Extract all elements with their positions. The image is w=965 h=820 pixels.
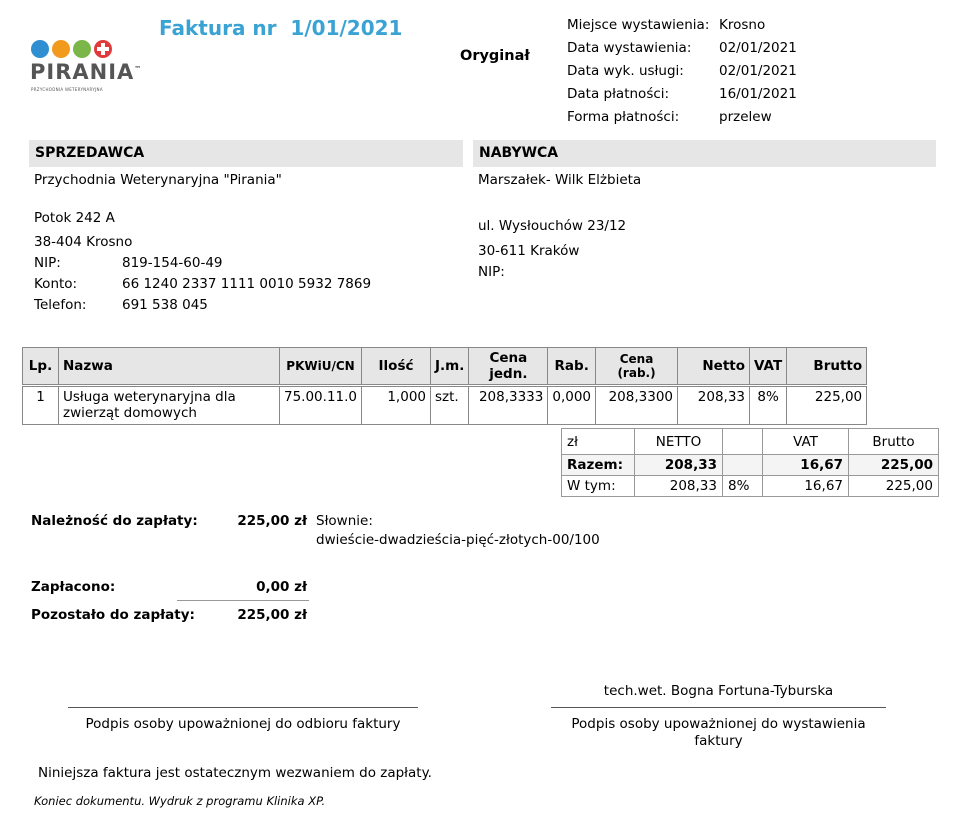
original-label: Oryginał — [460, 48, 530, 64]
meta-label: Forma płatności: — [567, 109, 680, 125]
summary-breakdown-net: 208,33 — [634, 475, 723, 497]
summary-total-net: 208,33 — [634, 454, 723, 476]
meta-label: Data wyk. usługi: — [567, 63, 684, 79]
meta-label: Data wystawienia: — [567, 40, 692, 56]
summary-total-gross: 225,00 — [848, 454, 939, 476]
paid-amount: 0,00 zł — [256, 579, 307, 595]
meta-label: Miejsce wystawienia: — [567, 17, 710, 33]
logo-green-circle — [73, 40, 91, 58]
summary-col-net: NETTO — [634, 428, 723, 455]
signature-caption-left: Podpis osoby upoważnionej do odbioru fak… — [85, 716, 401, 732]
logo-subtitle: PRZYCHODNIA WETERYNARYJNA — [31, 87, 103, 92]
cell-discount: 0,000 — [547, 386, 597, 425]
col-pkwiu: PKWiU/CN — [279, 347, 362, 385]
invoice-title: Faktura nr 1/01/2021 — [159, 16, 403, 40]
summary-col-gross: Brutto — [848, 428, 939, 455]
logo-text: PIRANIA™ — [30, 60, 143, 84]
summary-col-vat: VAT — [762, 428, 849, 455]
items-table: Lp. Nazwa PKWiU/CN Ilość J.m. Cena jedn.… — [22, 347, 868, 425]
col-discount: Rab. — [547, 347, 597, 385]
seller-heading: SPRZEDAWCA — [29, 140, 463, 167]
cell-lp: 1 — [22, 386, 59, 425]
signature-line-right — [551, 707, 886, 708]
cell-gross: 225,00 — [786, 386, 868, 425]
amount-in-words: dwieście-dwadzieścia-pięć-złotych-00/100 — [316, 532, 600, 548]
summary-breakdown-label: W tym: — [561, 475, 635, 497]
col-name: Nazwa — [58, 347, 280, 385]
signature-caption-right: Podpis osoby upoważnionej do wystawienia… — [571, 716, 866, 749]
paid-divider — [177, 600, 309, 601]
signature-line-left — [68, 707, 418, 708]
col-gross: Brutto — [786, 347, 868, 385]
summary-breakdown-gross: 225,00 — [848, 475, 939, 497]
meta-value: 02/01/2021 — [719, 63, 797, 79]
summary-total-vat: 16,67 — [762, 454, 849, 476]
remaining-amount: 225,00 zł — [237, 607, 307, 623]
cell-price: 208,3333 — [468, 386, 549, 425]
seller-street: Potok 242 A — [34, 210, 115, 226]
summary-breakdown-vat: 16,67 — [762, 475, 849, 497]
summary-currency: zł — [561, 428, 635, 455]
cell-qty: 1,000 — [361, 386, 431, 425]
col-unit: J.m. — [429, 347, 470, 385]
items-header-row: Lp. Nazwa PKWiU/CN Ilość J.m. Cena jedn.… — [22, 347, 868, 385]
invoice-meta: Miejsce wystawienia: Krosno Data wystawie… — [567, 17, 797, 132]
summary-breakdown-rate: 8% — [722, 475, 763, 497]
buyer-nip-label: NIP: — [478, 264, 505, 280]
seller-phone: 691 538 045 — [122, 297, 208, 313]
cell-unit: szt. — [429, 386, 470, 425]
col-price-disc: Cena (rab.) — [595, 347, 679, 385]
seller-nip: 819-154-60-49 — [122, 255, 223, 271]
buyer-street: ul. Wysłouchów 23/12 — [478, 218, 627, 234]
cell-name: Usługa weterynaryjna dla zwierząt domowy… — [58, 386, 280, 425]
logo-cross-icon — [94, 40, 112, 58]
seller-account: 66 1240 2337 1111 0010 5932 7869 — [122, 276, 372, 292]
seller-name: Przychodnia Weterynaryjna "Pirania" — [34, 172, 282, 188]
buyer-heading: NABYWCA — [473, 140, 936, 167]
col-net: Netto — [677, 347, 751, 385]
col-qty: Ilość — [361, 347, 431, 385]
cell-price-disc: 208,3300 — [595, 386, 679, 425]
logo-blue-circle — [31, 40, 49, 58]
due-amount: 225,00 zł — [237, 513, 307, 529]
summary-total-row: Razem: 208,33 16,67 225,00 — [561, 454, 939, 476]
meta-value: 16/01/2021 — [719, 86, 797, 102]
issuer-name: tech.wet. Bogna Fortuna-Tyburska — [603, 683, 834, 699]
cell-net: 208,33 — [677, 386, 751, 425]
logo-orange-circle — [52, 40, 70, 58]
summary-header-row: zł NETTO VAT Brutto — [561, 428, 939, 455]
col-price: Cena jedn. — [468, 347, 549, 385]
summary-breakdown-row: W tym: 208,33 8% 16,67 225,00 — [561, 475, 939, 497]
cell-pkwiu: 75.00.11.0 — [279, 386, 362, 425]
logo: PIRANIA™ PRZYCHODNIA WETERYNARYJNA — [30, 40, 141, 95]
paid-label: Zapłacono: — [31, 579, 116, 595]
buyer-name: Marszałek- Wilk Elżbieta — [478, 172, 642, 188]
meta-label: Data płatności: — [567, 86, 670, 102]
summary-total-label: Razem: — [561, 454, 635, 476]
buyer-city: 30-611 Kraków — [478, 243, 580, 259]
seller-city: 38-404 Krosno — [34, 234, 133, 250]
table-row: 1 Usługa weterynaryjna dla zwierząt domo… — [22, 386, 868, 425]
end-note: Koniec dokumentu. Wydruk z programu Klin… — [34, 794, 326, 808]
seller-nip-label: NIP: — [34, 255, 61, 271]
seller-phone-label: Telefon: — [34, 297, 87, 313]
summary-table: zł NETTO VAT Brutto Razem: 208,33 16,67 … — [561, 428, 939, 497]
seller-account-label: Konto: — [34, 276, 78, 292]
due-label: Należność do zapłaty: — [31, 513, 198, 529]
meta-value: 02/01/2021 — [719, 40, 797, 56]
final-notice: Niniejsza faktura jest ostatecznym wezwa… — [38, 765, 432, 781]
col-lp: Lp. — [22, 347, 59, 385]
meta-value: przelew — [719, 109, 772, 125]
cell-vat: 8% — [749, 386, 788, 425]
col-vat: VAT — [749, 347, 788, 385]
meta-value: Krosno — [719, 17, 766, 33]
words-label: Słownie: — [316, 513, 373, 529]
remaining-label: Pozostało do zapłaty: — [31, 607, 195, 623]
